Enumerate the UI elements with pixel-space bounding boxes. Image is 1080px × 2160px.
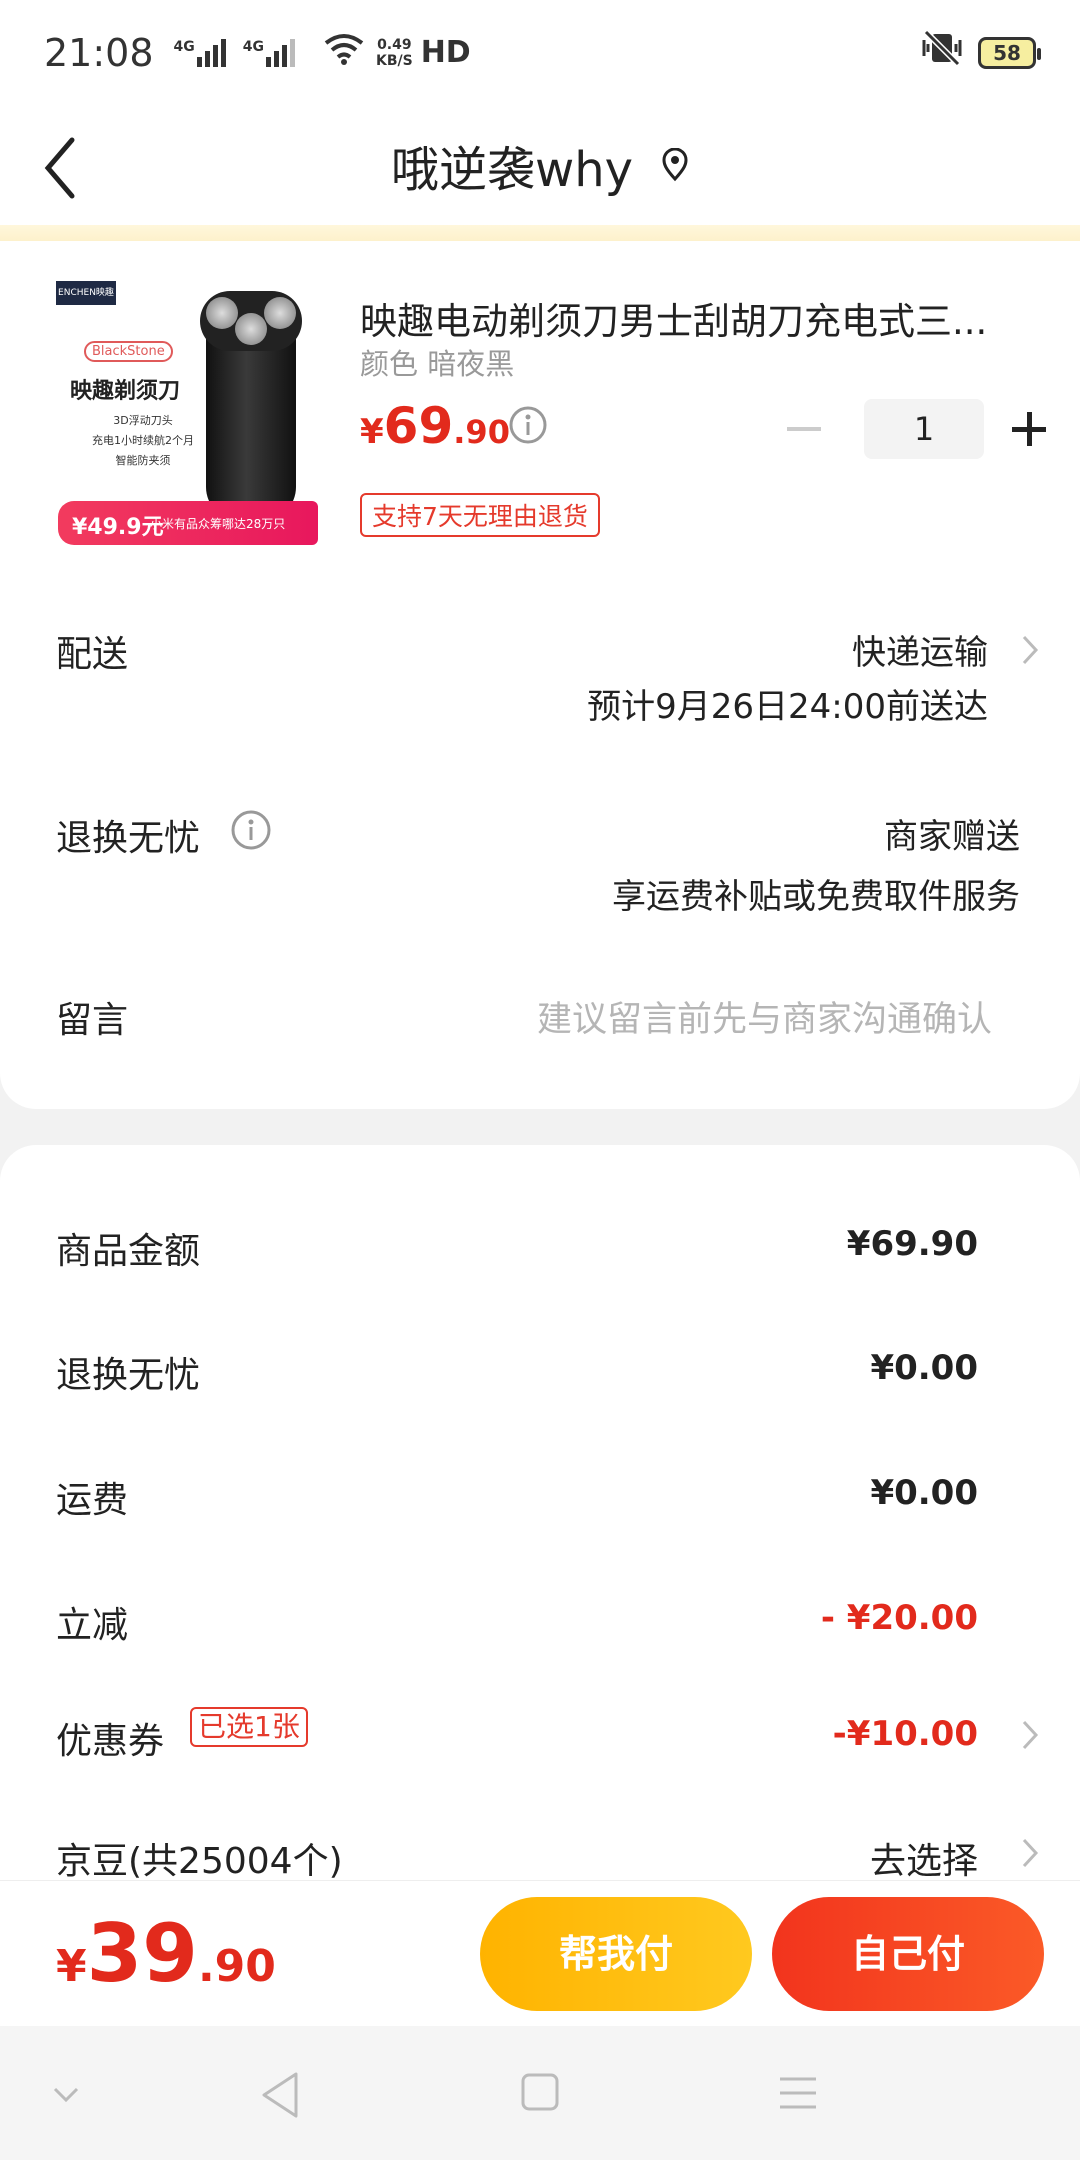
- wifi-icon: [324, 33, 364, 73]
- shaver-illustration: [200, 291, 302, 521]
- freight-label: 运费: [56, 1480, 129, 1521]
- vibrate-mute-icon: [920, 29, 964, 75]
- location-pin-icon: [662, 148, 688, 182]
- jingdou-label: 京豆(共25004个): [56, 1841, 343, 1882]
- address-selector[interactable]: 哦逆袭why: [391, 130, 689, 200]
- signal-label: 4G: [242, 38, 264, 55]
- quantity-input[interactable]: 1: [864, 399, 984, 459]
- total-currency: ¥: [56, 1941, 87, 1992]
- system-nav-bar: [0, 2026, 1080, 2160]
- self-pay-button[interactable]: 自己付: [772, 1897, 1044, 2011]
- order-item-card: ENCHEN映趣 BlackStone 映趣剃须刀 3D浮动刀头 充电1小时续航…: [0, 241, 1080, 1109]
- price-integer: 69: [383, 397, 454, 455]
- return-worry-gift: 商家赠送: [884, 817, 1020, 857]
- image-feature: 智能防夹须: [115, 454, 171, 467]
- hd-indicator: HD: [420, 35, 471, 70]
- coupon-label: 优惠券: [56, 1721, 165, 1762]
- net-speed-unit: KB/S: [375, 52, 413, 69]
- return-policy-badge: 支持7天无理由退货: [360, 493, 600, 537]
- image-price-bar: ¥49.9元 小米有品众筹哪达28万只: [58, 501, 318, 545]
- quantity-decrease-button[interactable]: [782, 407, 826, 451]
- image-feature: 3D浮动刀头: [113, 414, 173, 427]
- return-fee-label: 退换无忧: [56, 1355, 201, 1396]
- battery-icon: 58: [978, 36, 1041, 69]
- signal-icon: 4G: [173, 38, 229, 67]
- coupon-value[interactable]: -¥10.00: [833, 1714, 978, 1754]
- image-features: 3D浮动刀头 充电1小时续航2个月 智能防夹须: [78, 411, 208, 471]
- message-input[interactable]: 建议留言前先与商家沟通确认: [537, 991, 992, 1042]
- quantity-increase-button[interactable]: [1012, 409, 1052, 449]
- return-info-icon[interactable]: [230, 809, 272, 851]
- chevron-down-icon[interactable]: [52, 2086, 80, 2104]
- product-price: ¥69.90: [360, 397, 510, 455]
- jingdou-select[interactable]: 去选择: [870, 1832, 978, 1884]
- freight-value: ¥0.00: [870, 1473, 978, 1513]
- header-divider: [0, 225, 1080, 241]
- return-fee-value: ¥0.00: [870, 1348, 978, 1388]
- product-image[interactable]: ENCHEN映趣 BlackStone 映趣剃须刀 3D浮动刀头 充电1小时续航…: [56, 281, 320, 551]
- quantity-stepper: 1: [782, 399, 1052, 459]
- total-decimal: .90: [197, 1941, 276, 1992]
- image-tag: BlackStone: [84, 341, 173, 362]
- coupon-selected-badge: 已选1张: [190, 1707, 308, 1747]
- chevron-right-icon[interactable]: [1020, 1836, 1040, 1870]
- status-bar: 21:08 4G 4G 0.49 KB/S HD 58: [0, 0, 1080, 105]
- total-integer: 39: [86, 1907, 198, 2000]
- message-label: 留言: [56, 1000, 129, 1041]
- discount-value: - ¥20.00: [820, 1598, 978, 1638]
- chevron-left-icon: [44, 137, 75, 199]
- delivery-eta: 预计9月26日24:00前送达: [587, 687, 988, 727]
- image-feature: 充电1小时续航2个月: [92, 434, 194, 447]
- status-time: 21:08: [44, 30, 154, 75]
- image-price-note: 小米有品众筹哪达28万只: [150, 517, 286, 531]
- total-price: ¥39.90: [56, 1907, 276, 2000]
- signal-label: 4G: [173, 38, 195, 55]
- help-pay-button[interactable]: 帮我付: [480, 1897, 752, 2011]
- product-title[interactable]: 映趣电动剃须刀男士刮胡刀充电式三...: [360, 291, 1020, 345]
- checkout-bar: ¥39.90 帮我付 自己付: [0, 1880, 1080, 2026]
- goods-amount-label: 商品金额: [56, 1231, 201, 1272]
- return-worry-label: 退换无忧: [56, 818, 201, 859]
- price-info-icon[interactable]: [508, 405, 548, 445]
- chevron-right-icon[interactable]: [1020, 1718, 1040, 1752]
- minus-icon: [787, 427, 821, 431]
- discount-label: 立减: [56, 1605, 129, 1646]
- nav-home-icon[interactable]: [520, 2072, 560, 2112]
- net-speed-value: 0.49: [377, 36, 412, 53]
- price-decimal: .90: [453, 413, 510, 451]
- nav-menu-icon[interactable]: [778, 2076, 818, 2110]
- chevron-right-icon[interactable]: [1020, 633, 1040, 667]
- page-header: 哦逆袭why: [0, 105, 1080, 225]
- net-speed: 0.49 KB/S: [376, 37, 413, 69]
- image-brand-logo: ENCHEN映趣: [56, 281, 116, 305]
- back-button[interactable]: [40, 123, 120, 213]
- product-variant[interactable]: 颜色 暗夜黑: [360, 341, 514, 383]
- image-product-name: 映趣剃须刀: [70, 379, 181, 404]
- price-currency: ¥: [360, 412, 384, 452]
- delivery-method[interactable]: 快递运输: [852, 625, 988, 674]
- return-worry-desc: 享运费补贴或免费取件服务: [612, 877, 1020, 917]
- delivery-label: 配送: [56, 634, 129, 675]
- nav-back-icon[interactable]: [258, 2070, 302, 2120]
- goods-amount-value: ¥69.90: [846, 1224, 978, 1264]
- signal-icon: 4G: [242, 38, 298, 67]
- page-title: 哦逆袭why: [390, 142, 634, 198]
